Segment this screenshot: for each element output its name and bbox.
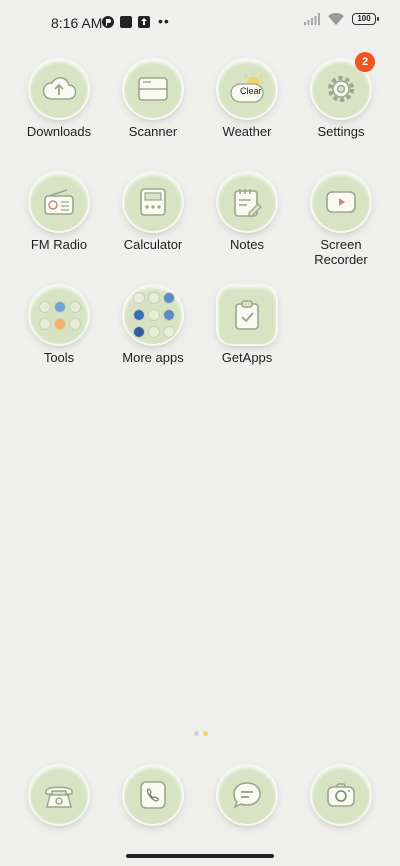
phone-icon [30, 766, 88, 824]
home-indicator[interactable] [126, 854, 274, 858]
mini-app-icon [69, 300, 81, 313]
folder-tools[interactable]: Tools [12, 286, 106, 365]
app-label: Tools [43, 350, 75, 365]
folder-more-apps[interactable]: More apps [106, 286, 200, 365]
notes-icon [218, 173, 276, 231]
app-label: More apps [122, 350, 184, 365]
radio-icon [30, 173, 88, 231]
mini-app-icon [163, 292, 175, 304]
mini-app-icon [163, 309, 175, 321]
upload-notification-icon [138, 16, 150, 28]
mini-app-icon [133, 292, 145, 304]
app-downloads[interactable]: Downloads [12, 60, 106, 139]
app-label: FM Radio [30, 237, 88, 252]
gear-icon: 2 [312, 52, 375, 118]
mini-app-icon [148, 309, 160, 321]
battery-icon: 100 [352, 13, 379, 25]
app-calculator[interactable]: Calculator [106, 173, 200, 252]
screen-recorder-icon [312, 173, 370, 231]
page-dot-active[interactable] [203, 731, 208, 736]
status-time: 8:16 AM [51, 15, 103, 31]
mini-app-icon [39, 300, 51, 313]
app-label: Scanner [128, 124, 178, 139]
getapps-icon [218, 286, 276, 344]
signal-icon [304, 13, 320, 25]
contacts-icon [124, 766, 182, 824]
app-label: Calculator [123, 237, 183, 252]
app-notes[interactable]: Notes [200, 173, 294, 252]
app-scanner[interactable]: Scanner [106, 60, 200, 139]
folder-icon [30, 286, 88, 344]
app-weather[interactable]: Clear Weather [200, 60, 294, 139]
mini-app-icon [148, 326, 160, 338]
app-getapps[interactable]: GetApps [200, 286, 294, 365]
page-dot[interactable] [194, 731, 199, 736]
wifi-icon [328, 13, 344, 25]
downloads-icon [30, 60, 88, 118]
folder-icon [124, 286, 182, 344]
dock-camera[interactable] [294, 766, 388, 824]
app-label: GetApps [221, 350, 273, 365]
mini-app-icon [163, 326, 175, 338]
app-screen-recorder[interactable]: Screen Recorder [294, 173, 388, 267]
mini-app-icon [133, 326, 145, 338]
app-fm-radio[interactable]: FM Radio [12, 173, 106, 252]
mini-app-icon [69, 317, 81, 330]
mini-app-icon [39, 317, 51, 330]
mini-app-icon [54, 317, 66, 330]
folder-preview [133, 292, 175, 338]
camera-icon [312, 766, 370, 824]
folder-preview [39, 300, 81, 330]
page-indicator [194, 731, 208, 736]
scanner-icon [124, 60, 182, 118]
mini-app-icon [133, 309, 145, 321]
dock-phone[interactable] [12, 766, 106, 824]
dock [0, 766, 400, 836]
app-label: Settings [317, 124, 365, 139]
app-label: Weather [222, 124, 272, 139]
weather-icon: Clear [218, 60, 276, 118]
messages-icon [218, 766, 276, 824]
weather-condition: Clear [240, 86, 262, 96]
app-label: Downloads [26, 124, 92, 139]
dock-messages[interactable] [200, 766, 294, 824]
dock-contacts[interactable] [106, 766, 200, 824]
status-bar: 8:16 AM •• 100 [0, 0, 400, 44]
app-label: Notes [230, 237, 264, 252]
square-notification-icon [120, 16, 132, 28]
mini-app-icon [148, 292, 160, 304]
more-notifications-icon: •• [158, 13, 170, 29]
system-status-icons: 100 [304, 13, 379, 25]
app-label: Screen Recorder [314, 237, 368, 267]
mini-app-icon [54, 300, 66, 313]
battery-level: 100 [357, 14, 371, 23]
notification-badge: 2 [355, 52, 375, 72]
calculator-icon [124, 173, 182, 231]
app-notification-icon [102, 16, 114, 28]
app-settings[interactable]: 2 Settings [294, 52, 388, 139]
